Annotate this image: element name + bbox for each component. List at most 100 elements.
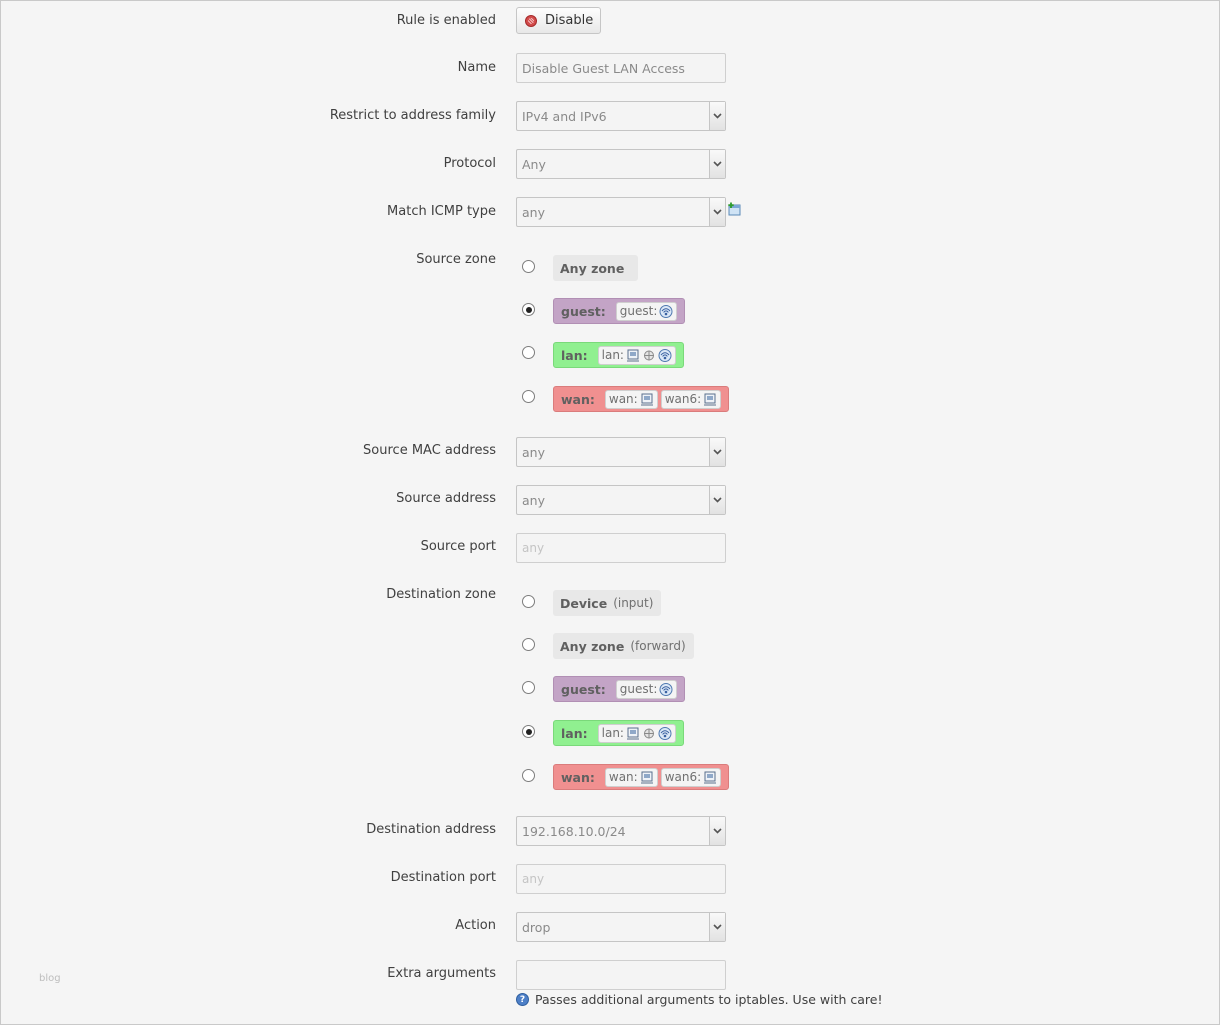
help-icon: ?: [516, 993, 529, 1006]
source-mac-value: any: [522, 444, 545, 460]
protocol-value: Any: [522, 156, 546, 172]
ethernet-icon: [626, 349, 639, 361]
ethernet-icon: [704, 393, 717, 405]
dest-zone-radio-device[interactable]: [522, 595, 535, 608]
extra-args-hint: ? Passes additional arguments to iptable…: [516, 992, 882, 1007]
protocol-select[interactable]: Any: [516, 149, 726, 179]
dest-zone-radio-any[interactable]: [522, 638, 535, 651]
name-input[interactable]: Disable Guest LAN Access: [516, 53, 726, 83]
dest-address-select[interactable]: 192.168.10.0/24: [516, 816, 726, 846]
wifi-icon: [658, 348, 672, 362]
dest-zone-radio-lan[interactable]: [522, 725, 535, 738]
zone-name: wan:: [561, 391, 595, 407]
source-mac-label: Source MAC address: [363, 443, 496, 458]
disable-button-label: Disable: [545, 13, 594, 28]
action-label: Action: [455, 918, 496, 933]
icmp-type-value: any: [522, 204, 545, 220]
dest-address-value: 192.168.10.0/24: [522, 823, 626, 839]
network-badge: wan6:: [660, 389, 722, 409]
dest-zone-radio-guest[interactable]: [522, 681, 535, 694]
network-name: wan:: [608, 770, 638, 784]
zone-name: guest:: [561, 681, 606, 697]
source-zone-radio-guest[interactable]: [522, 303, 535, 316]
network-name: guest:: [619, 682, 658, 696]
chevron-down-icon[interactable]: [709, 913, 725, 941]
disable-button[interactable]: Disable: [516, 7, 601, 34]
source-zone-radio-any[interactable]: [522, 260, 535, 273]
wifi-icon: [659, 304, 673, 318]
chevron-down-icon[interactable]: [709, 150, 725, 178]
chevron-down-icon[interactable]: [709, 486, 725, 514]
network-name: lan:: [601, 726, 624, 740]
bridge-icon: [643, 350, 654, 360]
source-mac-select[interactable]: any: [516, 437, 726, 467]
address-family-select[interactable]: IPv4 and IPv6: [516, 101, 726, 131]
source-port-label: Source port: [420, 539, 496, 554]
network-name: guest:: [619, 304, 658, 318]
network-name: wan6:: [664, 770, 702, 784]
ethernet-icon: [704, 771, 717, 783]
source-zone-label: Source zone: [416, 252, 496, 267]
protocol-label: Protocol: [443, 156, 496, 171]
action-value: drop: [522, 919, 551, 935]
dest-address-label: Destination address: [366, 822, 496, 837]
network-name: lan:: [601, 348, 624, 362]
zone-name: lan:: [561, 725, 588, 741]
source-zone-lan: lan: lan:: [553, 342, 684, 368]
action-select[interactable]: drop: [516, 912, 726, 942]
zone-suffix: (input): [613, 596, 654, 610]
bridge-icon: [643, 728, 654, 738]
name-label: Name: [457, 60, 496, 75]
chevron-down-icon[interactable]: [709, 102, 725, 130]
address-family-value: IPv4 and IPv6: [522, 108, 607, 124]
add-icon[interactable]: [727, 202, 741, 216]
source-address-label: Source address: [396, 491, 496, 506]
wifi-icon: [659, 682, 673, 696]
extra-args-label: Extra arguments: [387, 966, 496, 981]
disable-icon: [525, 14, 537, 27]
dest-zone-radio-wan[interactable]: [522, 769, 535, 782]
dest-zone-wan: wan: wan: wan6:: [553, 764, 730, 790]
source-address-select[interactable]: any: [516, 485, 726, 515]
extra-args-hint-text: Passes additional arguments to iptables.…: [535, 992, 883, 1007]
network-badge: wan:: [604, 389, 658, 409]
zone-name: wan:: [561, 769, 595, 785]
dest-zone-label: Destination zone: [386, 587, 496, 602]
zone-name: guest:: [561, 303, 606, 319]
chevron-down-icon[interactable]: [709, 438, 725, 466]
network-name: wan6:: [664, 392, 702, 406]
network-badge: lan:: [597, 723, 676, 743]
rule-enabled-label: Rule is enabled: [396, 13, 496, 28]
ethernet-icon: [640, 393, 653, 405]
network-name: wan:: [608, 392, 638, 406]
dest-zone-any: Any zone (forward): [553, 633, 694, 659]
dest-port-label: Destination port: [390, 870, 496, 885]
watermark: blog: [39, 973, 61, 984]
ethernet-icon: [626, 727, 639, 739]
wifi-icon: [658, 726, 672, 740]
source-port-input[interactable]: any: [516, 533, 726, 563]
network-badge: guest:: [615, 301, 678, 321]
network-badge: lan:: [597, 345, 676, 365]
chevron-down-icon[interactable]: [709, 817, 725, 845]
zone-name: Any zone: [560, 638, 625, 654]
network-badge: wan:: [604, 767, 658, 787]
dest-port-input[interactable]: any: [516, 864, 726, 894]
network-badge: wan6:: [660, 767, 722, 787]
icmp-type-select[interactable]: any: [516, 197, 726, 227]
dest-zone-device: Device (input): [553, 590, 662, 616]
source-zone-any: Any zone: [553, 255, 639, 281]
dest-zone-guest: guest: guest:: [553, 676, 686, 702]
source-zone-radio-lan[interactable]: [522, 346, 535, 359]
network-badge: guest:: [615, 679, 678, 699]
zone-name: Any zone: [560, 260, 625, 276]
zone-suffix: (forward): [630, 639, 686, 653]
extra-args-input[interactable]: [516, 960, 726, 990]
source-zone-wan: wan: wan: wan6:: [553, 386, 730, 412]
source-zone-guest: guest: guest:: [553, 298, 686, 324]
zone-name: lan:: [561, 347, 588, 363]
address-family-label: Restrict to address family: [329, 108, 496, 123]
dest-zone-lan: lan: lan:: [553, 720, 684, 746]
chevron-down-icon[interactable]: [709, 198, 725, 226]
source-zone-radio-wan[interactable]: [522, 390, 535, 403]
